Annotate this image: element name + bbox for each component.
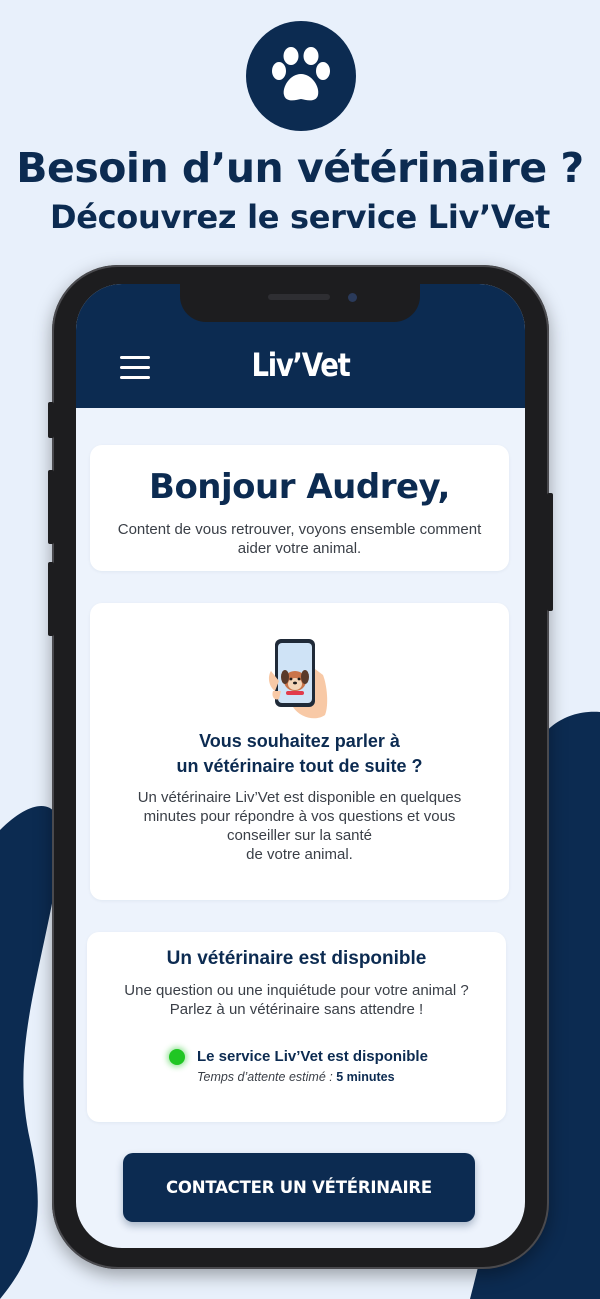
vet-now-card: Vous souhaitez parler à un vétérinaire t… [90, 603, 509, 900]
front-camera [348, 293, 357, 302]
greeting-card: Bonjour Audrey, Content de vous retrouve… [90, 445, 509, 571]
availability-text: Une question ou une inquiétude pour votr… [107, 981, 486, 1019]
status-indicator [169, 1049, 185, 1065]
headline-line-2: Découvrez le service Liv’Vet [49, 198, 551, 236]
vet-now-text-line-2: minutes pour répondre à vos questions et… [143, 808, 456, 825]
contact-vet-button[interactable]: CONTACTER UN VÉTÉRINAIRE [123, 1153, 475, 1222]
vet-now-text-line-3: conseiller sur la santé [226, 827, 373, 844]
vet-now-text-line-4: de votre animal. [246, 846, 353, 863]
availability-text-line-1: Une question ou une inquiétude pour votr… [124, 982, 469, 999]
headline-line-1: Besoin d’un vétérinaire ? [16, 144, 584, 192]
greeting-title: Bonjour Audrey, [149, 467, 450, 507]
volume-up-button [48, 470, 54, 544]
phone-with-dog-illustration [268, 639, 328, 719]
promo-headline: Besoin d’un vétérinaire ? Découvrez le s… [0, 140, 600, 238]
availability-text-line-2: Parlez à un vétérinaire sans attendre ! [169, 1001, 424, 1018]
vet-now-text: Un vétérinaire Liv’Vet est disponible en… [110, 788, 489, 864]
vet-now-title-line-2: un vétérinaire tout de suite ? [176, 756, 423, 776]
wait-time-label: Temps d’attente estimé : [197, 1070, 333, 1084]
silent-switch [48, 402, 54, 438]
phone-screen: Liv’Vet Bonjour Audrey, Content de vous … [76, 284, 525, 1248]
volume-down-button [48, 562, 54, 636]
wait-time: Temps d’attente estimé : 5 minutes [197, 1070, 395, 1084]
availability-card: Un vétérinaire est disponible Une questi… [87, 932, 506, 1122]
speaker-grille [268, 294, 330, 300]
vet-now-title: Vous souhaitez parler à un vétérinaire t… [90, 729, 509, 779]
availability-title: Un vétérinaire est disponible [166, 948, 427, 969]
wait-time-value: 5 minutes [336, 1070, 395, 1084]
paw-badge [246, 21, 356, 131]
app-logo: Liv’Vet [251, 346, 351, 384]
paw-icon [272, 47, 330, 101]
status-label: Le service Liv’Vet est disponible [197, 1048, 428, 1065]
power-button [547, 493, 553, 611]
vet-now-title-line-1: Vous souhaitez parler à [199, 731, 400, 751]
vet-now-text-line-1: Un vétérinaire Liv’Vet est disponible en… [137, 789, 462, 806]
phone-notch [180, 284, 420, 322]
greeting-text: Content de vous retrouver, voyons ensemb… [117, 521, 482, 557]
